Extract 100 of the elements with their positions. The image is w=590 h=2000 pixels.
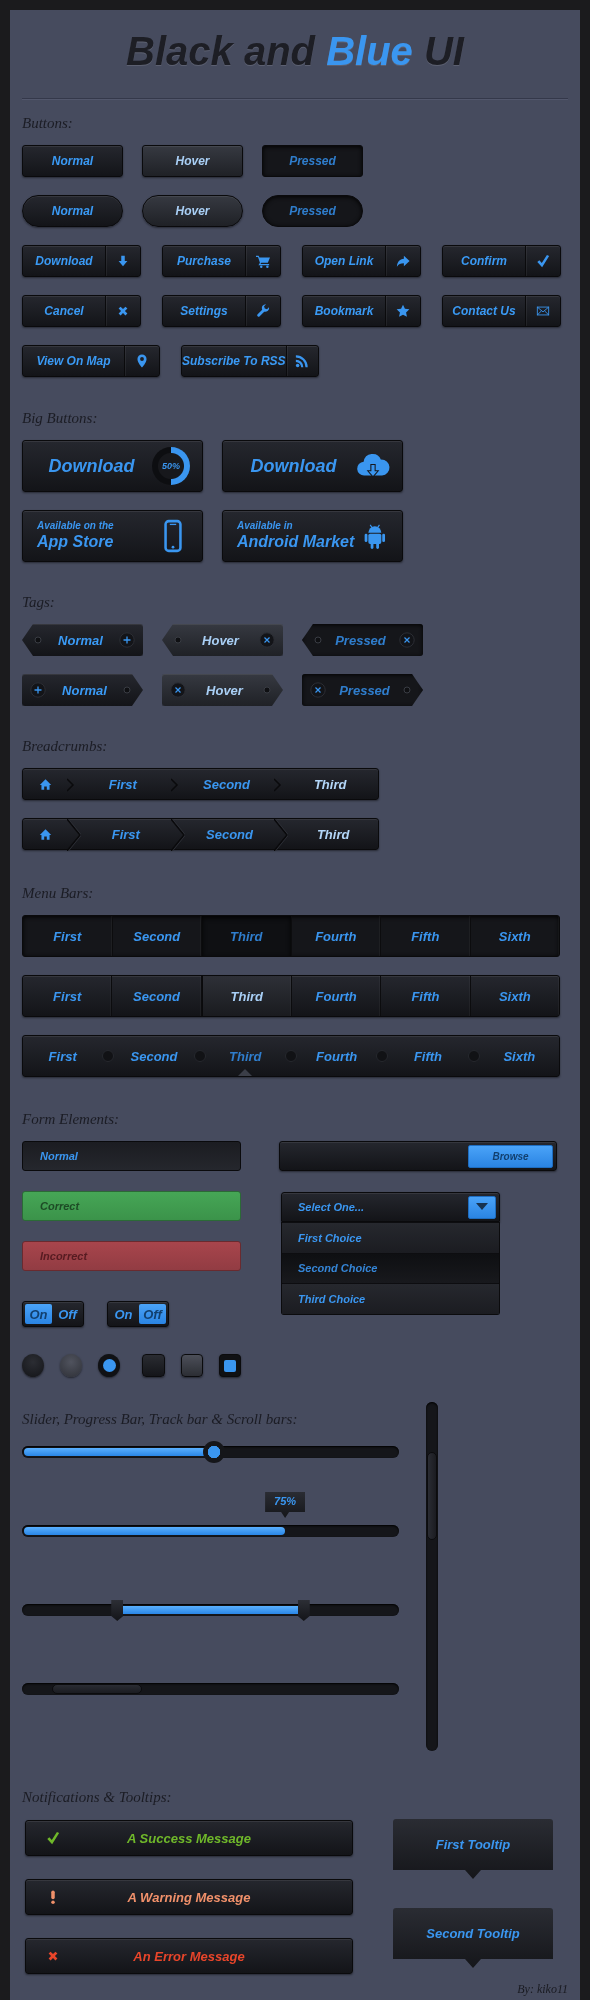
menu-item[interactable]: First xyxy=(23,976,113,1016)
radio-button[interactable] xyxy=(22,1354,45,1377)
breadcrumb-item[interactable]: Second xyxy=(184,819,275,849)
menu-item[interactable]: Sixth xyxy=(470,916,559,956)
text-field[interactable]: Correct xyxy=(22,1191,241,1221)
icon-button[interactable]: View On Map xyxy=(22,345,160,377)
icon-button[interactable]: Confirm xyxy=(442,245,561,277)
menu-item[interactable]: Fourth xyxy=(291,916,381,956)
menu-item[interactable]: Sixth xyxy=(470,976,559,1016)
tag[interactable]: Normal xyxy=(22,624,143,656)
menu-item[interactable]: Fourth xyxy=(292,976,382,1016)
menu-item[interactable]: Fourth xyxy=(297,1036,377,1076)
section-heading: Form Elements: xyxy=(22,1110,121,1128)
progress-ring: 50% xyxy=(152,447,190,485)
breadcrumb-item[interactable]: Third xyxy=(288,819,378,849)
icon-button[interactable]: Bookmark xyxy=(302,295,421,327)
slider-thumb[interactable] xyxy=(203,1441,226,1463)
section-heading: Menu Bars: xyxy=(22,884,95,902)
breadcrumb-item[interactable]: Second xyxy=(178,769,275,799)
icon-button[interactable]: Cancel xyxy=(22,295,141,327)
icon-button[interactable]: Download xyxy=(22,245,141,277)
button[interactable]: Pressed xyxy=(262,145,363,177)
browse-button[interactable]: Browse xyxy=(468,1144,553,1168)
radio-button[interactable] xyxy=(98,1354,121,1377)
tooltip: First Tooltip xyxy=(393,1819,553,1879)
big-button[interactable]: Available in Android Market xyxy=(222,510,403,562)
rss-icon xyxy=(295,354,310,368)
notification-text: A Success Message xyxy=(126,1830,252,1846)
select-field[interactable]: Select One... xyxy=(281,1192,500,1222)
menu-item[interactable]: Third xyxy=(201,976,292,1016)
icon-button[interactable]: Purchase xyxy=(162,245,281,277)
section-heading: Big Buttons: xyxy=(22,409,99,427)
envelope-icon xyxy=(536,304,550,318)
menu-item[interactable]: First xyxy=(23,1036,103,1076)
pill-button[interactable]: Normal xyxy=(22,195,123,227)
menu-item[interactable]: Third xyxy=(202,916,292,956)
checkbox[interactable] xyxy=(218,1354,241,1377)
dropdown-option[interactable]: Second Choice xyxy=(282,1252,499,1283)
big-button[interactable]: Available on the App Store xyxy=(22,510,203,562)
breadcrumb-item[interactable]: Third xyxy=(282,769,378,799)
notification-text: A Warning Message xyxy=(126,1889,252,1905)
menu-item[interactable]: First xyxy=(23,916,113,956)
tag[interactable]: Pressed xyxy=(302,674,423,706)
icon-button[interactable]: Contact Us xyxy=(442,295,561,327)
section-heading: Breadcrumbs: xyxy=(22,737,109,755)
home-icon xyxy=(38,827,52,841)
home-icon xyxy=(38,777,52,791)
icon-button[interactable]: Subscribe To RSS xyxy=(181,345,319,377)
arrow-down-icon xyxy=(116,254,130,268)
menu-item[interactable]: Second xyxy=(114,1036,194,1076)
dropdown-button[interactable] xyxy=(468,1195,496,1219)
plus-icon xyxy=(119,632,135,648)
big-button[interactable]: Download 50% xyxy=(22,440,203,492)
dropdown-option[interactable]: Third Choice xyxy=(282,1283,499,1314)
tag-hole-icon xyxy=(174,636,182,644)
close-icon xyxy=(170,682,186,698)
radio-button[interactable] xyxy=(60,1354,83,1377)
pill-button[interactable]: Pressed xyxy=(262,195,363,227)
button[interactable]: Normal xyxy=(22,145,123,177)
close-icon xyxy=(399,632,415,648)
breadcrumb-item[interactable]: First xyxy=(75,769,171,799)
toggle-switch[interactable]: On Off xyxy=(22,1301,84,1327)
notification-text: An Error Message xyxy=(132,1948,246,1964)
map-pin-icon xyxy=(135,354,149,368)
tag-hole-icon xyxy=(263,686,271,694)
scrollbar[interactable] xyxy=(426,1402,438,1751)
file-field[interactable]: Browse xyxy=(279,1141,557,1171)
value-tooltip: 75% xyxy=(265,1492,306,1518)
button[interactable]: Hover xyxy=(142,145,243,177)
toggle-switch[interactable]: On Off xyxy=(107,1301,169,1327)
menu-item[interactable]: Fifth xyxy=(381,916,471,956)
menu-item[interactable]: Second xyxy=(112,976,202,1016)
wrench-icon xyxy=(256,304,270,318)
check-icon xyxy=(46,1831,60,1845)
scroll-thumb[interactable] xyxy=(427,1452,437,1540)
scrollbar[interactable] xyxy=(22,1683,399,1695)
range-handle[interactable] xyxy=(297,1600,310,1621)
range-track[interactable] xyxy=(22,1600,399,1621)
tag[interactable]: Hover xyxy=(162,624,283,656)
menu-item[interactable]: Fifth xyxy=(381,976,471,1016)
tag[interactable]: Hover xyxy=(162,674,283,706)
slider-track[interactable] xyxy=(22,1441,399,1463)
menu-item[interactable]: Fifth xyxy=(388,1036,468,1076)
tag[interactable]: Pressed xyxy=(302,624,423,656)
breadcrumb-item[interactable]: First xyxy=(81,819,171,849)
text-field[interactable]: Normal xyxy=(22,1141,241,1171)
scroll-thumb[interactable] xyxy=(52,1684,142,1694)
icon-button[interactable]: Settings xyxy=(162,295,281,327)
tag[interactable]: Normal xyxy=(22,674,143,706)
icon-button[interactable]: Open Link xyxy=(302,245,421,277)
big-button[interactable]: Download xyxy=(222,440,403,492)
share-icon xyxy=(396,254,410,268)
plus-icon xyxy=(30,682,46,698)
checkbox[interactable] xyxy=(142,1354,165,1377)
section-heading: Slider, Progress Bar, Track bar & Scroll bars: xyxy=(22,1410,299,1428)
range-handle[interactable] xyxy=(111,1600,124,1621)
menu-item[interactable]: Sixth xyxy=(479,1036,559,1076)
pill-button[interactable]: Hover xyxy=(142,195,243,227)
checkbox[interactable] xyxy=(180,1354,203,1377)
menu-item[interactable]: Third xyxy=(205,1036,285,1076)
